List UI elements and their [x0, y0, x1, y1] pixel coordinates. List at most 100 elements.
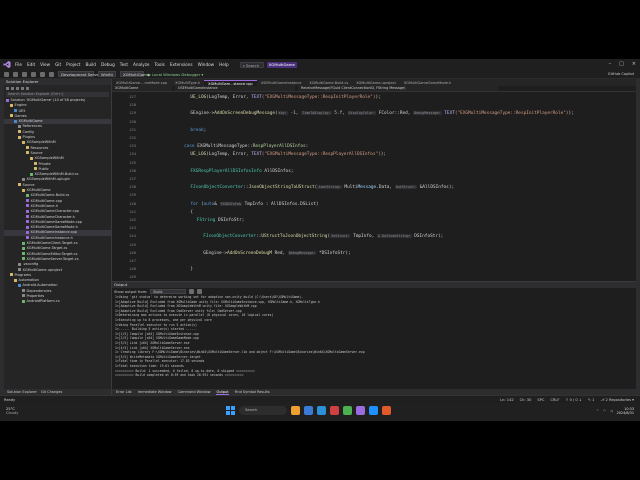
- tab-error-list[interactable]: Error List: [116, 390, 132, 394]
- code-token: GEngine->: [190, 111, 215, 117]
- start-windows-icon[interactable]: [226, 406, 235, 415]
- status-item[interactable]: Ch: 30: [520, 398, 532, 402]
- wifi-icon[interactable]: ◠: [603, 409, 606, 413]
- back-icon[interactable]: [4, 71, 9, 77]
- taskbar-app-icon[interactable]: [317, 406, 326, 415]
- code-line: 143: [112, 224, 632, 232]
- maximize-icon[interactable]: □: [619, 61, 624, 67]
- code-token: DisplayColor:: [347, 111, 377, 116]
- configuration-combo[interactable]: Development Server: [58, 71, 100, 77]
- solution-search-input[interactable]: Search Solution Explorer (Ctrl+;): [6, 92, 109, 97]
- tray-chevron-icon[interactable]: ⌃: [596, 409, 599, 413]
- forward-icon[interactable]: [13, 71, 18, 77]
- close-icon[interactable]: ×: [632, 61, 636, 67]
- menu-file[interactable]: File: [15, 62, 22, 67]
- code-token: case: [184, 144, 195, 150]
- line-number: 144: [129, 233, 136, 239]
- tab-command-window[interactable]: Command Window: [178, 390, 211, 394]
- github-copilot-button[interactable]: GitHub Copilot: [608, 72, 634, 76]
- menu-tools[interactable]: Tools: [155, 62, 165, 67]
- code-token: DebugMessage:: [287, 250, 317, 255]
- menu-extensions[interactable]: Extensions: [170, 62, 193, 67]
- taskbar-app-icon[interactable]: [369, 406, 378, 415]
- taskbar-app-icon[interactable]: [330, 406, 339, 415]
- tree-item-label: Source: [30, 150, 43, 155]
- weather-widget[interactable]: 25°C Cloudy: [6, 407, 18, 415]
- redo-icon[interactable]: [49, 71, 54, 77]
- clock[interactable]: 10:33 2024/8/31: [617, 407, 634, 415]
- menu-test[interactable]: Test: [120, 62, 128, 67]
- status-bar: Ready Ln: 142 Ch: 30 SPC CRLF ↑ 0 / 0 ↓ ✎ 1 ⎇ …: [0, 395, 640, 403]
- menu-view[interactable]: View: [40, 62, 50, 67]
- file-icon: [10, 273, 13, 277]
- status-item[interactable]: ↑ 0 / 0 ↓: [565, 398, 581, 402]
- tab-immediate-window[interactable]: Immediate Window: [138, 390, 172, 394]
- tree-item[interactable]: AndroidPlatform.cs: [4, 299, 111, 304]
- new-file-icon[interactable]: [22, 71, 27, 77]
- code-token: ("EXGMultiMessageType::RespInitPlayerRol…: [454, 111, 569, 117]
- code-token: FJsonObjectConverter: [190, 185, 244, 191]
- menu-debug[interactable]: Debug: [101, 62, 115, 67]
- taskbar-app-icon[interactable]: [343, 406, 352, 415]
- startup-project-combo[interactable]: XGMultiGame: [120, 71, 149, 77]
- code-editor[interactable]: 127 UE_LOG(LogTemp, Error, TEXT("EXGMulti…: [112, 92, 636, 281]
- menu-build[interactable]: Build: [85, 62, 96, 67]
- volume-icon[interactable]: ◁: [610, 409, 613, 413]
- show-all-files-icon[interactable]: [21, 86, 24, 90]
- status-item[interactable]: ✎ 1: [588, 398, 594, 402]
- menu-git[interactable]: Git: [55, 62, 61, 67]
- taskbar-search-box[interactable]: Search: [239, 406, 287, 415]
- status-item[interactable]: ⎇ 2 Repositories ▾: [600, 398, 634, 402]
- code-token: FXGDSInfo&: [219, 201, 242, 206]
- file-icon: [34, 167, 37, 171]
- undo-icon[interactable]: [40, 71, 45, 77]
- menu-edit[interactable]: Edit: [27, 62, 35, 67]
- taskbar-app-icon[interactable]: [382, 406, 391, 415]
- taskbar-app-icon[interactable]: [356, 406, 365, 415]
- status-item[interactable]: CRLF: [550, 398, 559, 402]
- scope-nav-combo[interactable]: USEMultiGameInstance: [175, 86, 295, 91]
- platform-combo[interactable]: Win64: [98, 71, 116, 77]
- taskbar-app-icon[interactable]: [304, 406, 313, 415]
- properties-icon[interactable]: [26, 86, 29, 90]
- code-token: 5.f: [331, 111, 343, 117]
- output-source-combo[interactable]: Build: [150, 289, 187, 294]
- tab-find-symbol-results[interactable]: Find Symbol Results: [235, 390, 270, 394]
- member-nav-combo[interactable]: ReceiveMessage(FGuid ClientConnectionID,…: [298, 86, 498, 91]
- editor-tab-strip: XGMultiGame....meMode.cpp XGMultiType.h XG…: [112, 79, 636, 86]
- tab-output[interactable]: Output: [216, 390, 229, 395]
- project-nav-combo[interactable]: XGMultiGame: [112, 86, 172, 91]
- status-text: Ready: [4, 397, 16, 402]
- minimize-icon[interactable]: –: [609, 61, 612, 67]
- clock-date: 2024/8/31: [616, 411, 634, 415]
- tree-item-label: Private: [38, 161, 51, 166]
- code-token: &AllDSInfos);: [417, 185, 455, 191]
- line-number: 129: [129, 110, 136, 116]
- menu-project[interactable]: Project: [66, 62, 80, 67]
- status-item[interactable]: SPC: [537, 398, 544, 402]
- tab-git-changes[interactable]: Git Changes: [41, 390, 62, 394]
- sync-icon[interactable]: [11, 86, 14, 90]
- line-number: 133: [129, 143, 136, 149]
- line-number: 143: [129, 225, 136, 231]
- clear-all-icon[interactable]: [189, 289, 195, 294]
- word-wrap-icon[interactable]: [197, 289, 203, 294]
- menu-window[interactable]: Window: [198, 62, 215, 67]
- search-box[interactable]: ⌕ Search: [239, 61, 264, 68]
- menu-analyze[interactable]: Analyze: [133, 62, 150, 67]
- tree-item-label: Plugins: [22, 135, 36, 140]
- collapse-all-icon[interactable]: [16, 86, 19, 90]
- code-token: InStruct:: [330, 234, 351, 239]
- code-line: 130: [112, 118, 632, 126]
- save-icon[interactable]: [31, 71, 36, 77]
- line-number: 147: [129, 258, 136, 263]
- tab-solution-explorer[interactable]: Solution Explorer: [7, 390, 37, 394]
- menu-bar: File Edit View Git Project Build Debug Test Anal…: [15, 62, 234, 67]
- tree-item-label: UE5: [18, 108, 26, 113]
- start-debugging-button[interactable]: ▶ Local Windows Debugger ▾: [148, 72, 203, 77]
- code-token: Multi: [341, 185, 358, 191]
- status-item[interactable]: Ln: 142: [500, 398, 514, 402]
- taskbar-app-icon[interactable]: [291, 406, 300, 415]
- menu-help[interactable]: Help: [219, 62, 229, 67]
- home-icon[interactable]: [6, 86, 9, 90]
